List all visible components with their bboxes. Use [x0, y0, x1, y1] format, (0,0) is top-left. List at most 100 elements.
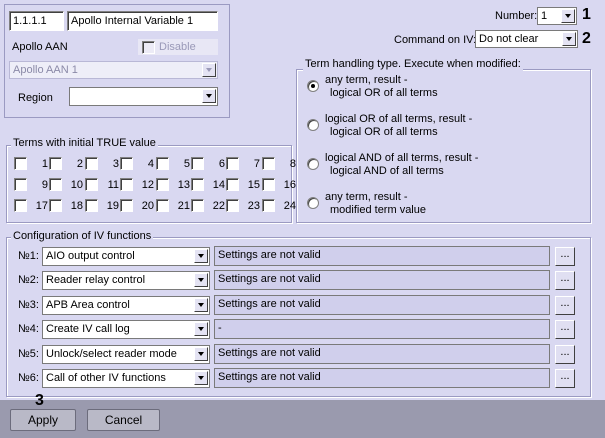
command-select-value: Do not clear: [479, 33, 539, 45]
function-row-label: №6:: [18, 372, 39, 384]
function-settings-button[interactable]: ...: [555, 247, 575, 266]
handling-radio[interactable]: [307, 158, 319, 170]
region-select[interactable]: [69, 87, 218, 106]
chevron-down-icon[interactable]: [194, 273, 208, 287]
term-checkbox[interactable]: [85, 157, 98, 170]
function-select-value: AIO output control: [46, 250, 135, 262]
function-settings-button[interactable]: ...: [555, 369, 575, 388]
term-checkbox[interactable]: [14, 178, 27, 191]
function-settings-field: Settings are not valid: [214, 246, 550, 266]
handling-option-line1: logical AND of all terms, result -: [325, 152, 479, 164]
chevron-down-icon[interactable]: [202, 63, 216, 77]
handling-radio[interactable]: [307, 80, 319, 92]
term-label: 8: [289, 158, 296, 170]
term-checkbox[interactable]: [49, 157, 62, 170]
function-select[interactable]: AIO output control: [42, 247, 210, 266]
term-checkbox[interactable]: [191, 157, 204, 170]
handling-radio[interactable]: [307, 119, 319, 131]
function-row-label: №3:: [18, 299, 39, 311]
function-row-label: №1:: [18, 250, 39, 262]
term-checkbox[interactable]: [49, 199, 62, 212]
term-checkbox[interactable]: [262, 157, 275, 170]
term-checkbox[interactable]: [226, 199, 239, 212]
function-settings-field: -: [214, 319, 550, 339]
function-settings-field: Settings are not valid: [214, 368, 550, 388]
number-select[interactable]: 1: [537, 7, 577, 25]
cancel-button[interactable]: Cancel: [87, 409, 160, 431]
term-label: 14: [212, 179, 225, 191]
term-checkbox[interactable]: [49, 178, 62, 191]
term-checkbox[interactable]: [120, 157, 133, 170]
chevron-down-icon[interactable]: [562, 32, 576, 46]
term-checkbox[interactable]: [14, 157, 27, 170]
term-label: 9: [41, 179, 48, 191]
disable-checkbox[interactable]: [142, 41, 155, 54]
term-checkbox[interactable]: [226, 178, 239, 191]
number-label: Number:: [495, 10, 538, 22]
term-label: 11: [107, 179, 119, 191]
apply-button[interactable]: Apply: [10, 409, 76, 431]
chevron-down-icon[interactable]: [194, 347, 208, 361]
term-checkbox[interactable]: [14, 199, 27, 212]
term-checkbox[interactable]: [191, 178, 204, 191]
object-id-value: 1.1.1.1: [13, 15, 47, 27]
number-select-value: 1: [541, 10, 548, 22]
term-label: 19: [106, 200, 119, 212]
handling-option-line2: logical OR of all terms: [330, 87, 438, 99]
term-checkbox[interactable]: [85, 199, 98, 212]
term-label: 7: [253, 158, 260, 170]
term-label: 10: [70, 179, 83, 191]
function-row-label: №4:: [18, 323, 39, 335]
command-select[interactable]: Do not clear: [475, 30, 578, 48]
function-settings-button[interactable]: ...: [555, 345, 575, 364]
term-label: 21: [177, 200, 190, 212]
function-select[interactable]: Unlock/select reader mode: [42, 345, 210, 364]
function-row-label: №2:: [18, 274, 39, 286]
chevron-down-icon[interactable]: [194, 371, 208, 385]
term-checkbox[interactable]: [262, 199, 275, 212]
handling-option-line1: logical OR of all terms, result -: [325, 113, 473, 125]
term-label: 5: [183, 158, 190, 170]
term-checkbox[interactable]: [156, 178, 169, 191]
region-label: Region: [18, 92, 53, 104]
term-checkbox[interactable]: [156, 199, 169, 212]
function-settings-button[interactable]: ...: [555, 271, 575, 290]
function-select[interactable]: APB Area control: [42, 296, 210, 315]
function-select[interactable]: Call of other IV functions: [42, 369, 210, 388]
apollo-aan-select-value: Apollo AAN 1: [13, 64, 78, 76]
object-name-field[interactable]: Apollo Internal Variable 1: [67, 11, 218, 31]
term-label: 17: [35, 200, 48, 212]
chevron-down-icon[interactable]: [194, 298, 208, 312]
handling-radio[interactable]: [307, 197, 319, 209]
function-settings-button[interactable]: ...: [555, 296, 575, 315]
chevron-down-icon[interactable]: [561, 9, 575, 23]
function-settings-field: Settings are not valid: [214, 295, 550, 315]
term-label: 15: [247, 179, 260, 191]
function-select-value: Reader relay control: [46, 274, 146, 286]
term-checkbox[interactable]: [85, 178, 98, 191]
term-checkbox[interactable]: [156, 157, 169, 170]
handling-option-line1: any term, result -: [325, 74, 408, 86]
term-checkbox[interactable]: [191, 199, 204, 212]
handling-option-line2: logical AND of all terms: [330, 165, 444, 177]
functions-group-title: Configuration of IV functions: [11, 230, 154, 243]
object-id-field[interactable]: 1.1.1.1: [9, 11, 64, 31]
chevron-down-icon[interactable]: [194, 322, 208, 336]
term-checkbox[interactable]: [120, 178, 133, 191]
function-settings-button[interactable]: ...: [555, 320, 575, 339]
term-label: 6: [218, 158, 225, 170]
apollo-aan-select[interactable]: Apollo AAN 1: [9, 61, 218, 79]
function-select-value: APB Area control: [46, 299, 130, 311]
handling-group-title: Term handling type. Execute when modifie…: [303, 58, 523, 71]
term-label: 4: [147, 158, 154, 170]
callout-3: 3: [35, 392, 44, 409]
term-checkbox[interactable]: [226, 157, 239, 170]
term-checkbox[interactable]: [120, 199, 133, 212]
function-select[interactable]: Reader relay control: [42, 271, 210, 290]
function-settings-field: Settings are not valid: [214, 344, 550, 364]
chevron-down-icon[interactable]: [194, 249, 208, 263]
term-label: 18: [70, 200, 83, 212]
function-select[interactable]: Create IV call log: [42, 320, 210, 339]
term-checkbox[interactable]: [262, 178, 275, 191]
chevron-down-icon[interactable]: [202, 89, 216, 103]
